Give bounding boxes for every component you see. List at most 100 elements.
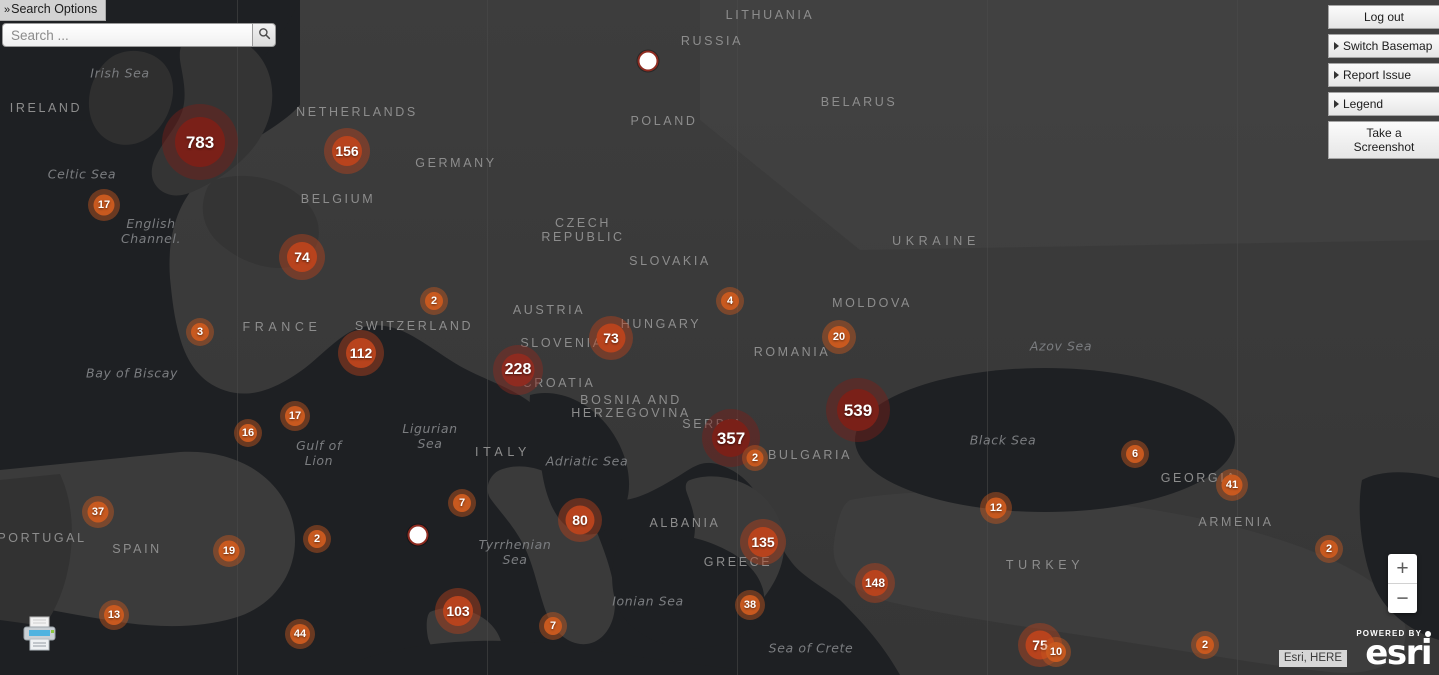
zoom-in-button[interactable]: + <box>1388 554 1417 584</box>
zoom-controls: + − <box>1388 554 1417 613</box>
cluster-marker[interactable]: 10 <box>1041 637 1071 667</box>
cluster-marker[interactable]: 135 <box>740 519 786 565</box>
switch-basemap-label: Switch Basemap <box>1343 39 1433 53</box>
point-marker[interactable] <box>407 524 429 546</box>
graticule-line <box>987 0 988 675</box>
cluster-marker[interactable]: 156 <box>324 128 370 174</box>
cluster-count-label: 2 <box>1201 638 1209 651</box>
search-options-toggle[interactable]: »Search Options <box>0 0 107 21</box>
triangle-right-icon <box>1334 71 1339 79</box>
attribution-text[interactable]: Esri, HERE <box>1278 650 1347 667</box>
cluster-marker[interactable]: 7 <box>448 489 476 517</box>
graticule-line <box>237 0 238 675</box>
cluster-marker[interactable]: 73 <box>589 316 633 360</box>
cluster-count-label: 2 <box>751 451 759 464</box>
triangle-right-icon <box>1334 42 1339 50</box>
cluster-count-label: 2 <box>430 294 438 307</box>
cluster-marker[interactable]: 17 <box>88 189 120 221</box>
cluster-marker[interactable]: 74 <box>279 234 325 280</box>
cluster-marker[interactable]: 38 <box>735 590 765 620</box>
cluster-marker[interactable]: 2 <box>1191 631 1219 659</box>
report-issue-label: Report Issue <box>1343 68 1412 82</box>
cluster-count-label: 80 <box>572 512 588 528</box>
tool-panel: Log out Switch Basemap Report Issue Lege… <box>1328 5 1439 164</box>
cluster-marker[interactable]: 112 <box>338 330 384 376</box>
minus-icon: − <box>1396 587 1409 610</box>
search-panel: »Search Options <box>0 0 276 47</box>
cluster-marker[interactable]: 37 <box>82 496 114 528</box>
search-input[interactable] <box>2 23 252 47</box>
cluster-marker[interactable]: 6 <box>1121 440 1149 468</box>
logout-button[interactable]: Log out <box>1328 5 1439 29</box>
cluster-marker[interactable]: 103 <box>435 588 481 634</box>
logout-label: Log out <box>1363 10 1405 24</box>
cluster-count-label: 7 <box>458 496 466 509</box>
report-issue-button[interactable]: Report Issue <box>1328 63 1439 87</box>
cluster-marker[interactable]: 80 <box>558 498 602 542</box>
cluster-count-label: 73 <box>603 330 619 346</box>
cluster-count-label: 10 <box>1049 645 1063 658</box>
cluster-count-label: 148 <box>864 576 886 590</box>
cluster-count-label: 156 <box>335 143 359 159</box>
cluster-marker[interactable]: 7 <box>539 612 567 640</box>
cluster-marker[interactable]: 3 <box>186 318 214 346</box>
search-row <box>2 23 276 47</box>
take-screenshot-button[interactable]: Take a Screenshot <box>1328 121 1439 159</box>
cluster-count-label: 357 <box>716 428 746 448</box>
cluster-marker[interactable]: 19 <box>213 535 245 567</box>
double-chevron-right-icon: » <box>4 4 11 16</box>
cluster-count-label: 17 <box>97 198 111 211</box>
cluster-marker[interactable]: 12 <box>980 492 1012 524</box>
legend-button[interactable]: Legend <box>1328 92 1439 116</box>
cluster-marker[interactable]: 20 <box>822 320 856 354</box>
cluster-count-label: 4 <box>726 294 734 307</box>
cluster-count-label: 17 <box>288 409 302 422</box>
cluster-count-label: 783 <box>185 132 215 152</box>
cluster-count-label: 41 <box>1225 478 1239 491</box>
triangle-right-icon <box>1334 100 1339 108</box>
cluster-marker[interactable]: 13 <box>99 600 129 630</box>
graticule-line <box>737 0 738 675</box>
cluster-count-label: 74 <box>294 249 310 265</box>
cluster-count-label: 112 <box>349 345 373 361</box>
cluster-marker[interactable]: 228 <box>493 345 543 395</box>
cluster-marker[interactable]: 41 <box>1216 469 1248 501</box>
plus-icon: + <box>1396 557 1409 580</box>
switch-basemap-button[interactable]: Switch Basemap <box>1328 34 1439 58</box>
cluster-marker[interactable]: 4 <box>716 287 744 315</box>
graticule-line <box>487 0 488 675</box>
cluster-marker[interactable]: 17 <box>280 401 310 431</box>
cluster-count-label: 44 <box>293 627 307 640</box>
cluster-marker[interactable]: 2 <box>420 287 448 315</box>
cluster-marker[interactable]: 539 <box>826 378 890 442</box>
cluster-marker[interactable]: 2 <box>303 525 331 553</box>
cluster-count-label: 6 <box>1131 447 1139 460</box>
point-marker[interactable] <box>637 50 659 72</box>
print-button[interactable] <box>20 613 60 658</box>
cluster-marker[interactable]: 2 <box>1315 535 1343 563</box>
cluster-count-label: 38 <box>743 598 757 611</box>
cluster-marker[interactable]: 148 <box>855 563 895 603</box>
map-canvas[interactable]: IRELAND NETHERLANDS BELGIUM GERMANY LITHUANI… <box>0 0 1439 675</box>
cluster-count-label: 12 <box>989 501 1003 514</box>
cluster-count-label: 37 <box>91 505 105 518</box>
cluster-count-label: 103 <box>446 603 470 619</box>
cluster-count-label: 135 <box>751 534 775 550</box>
cluster-marker[interactable]: 783 <box>162 104 238 180</box>
cluster-count-label: 19 <box>222 544 236 557</box>
map-basemap-geometry <box>0 0 1439 675</box>
cluster-count-label: 228 <box>504 361 532 378</box>
cluster-marker[interactable]: 16 <box>234 419 262 447</box>
cluster-count-label: 3 <box>196 325 204 338</box>
search-submit-button[interactable] <box>252 23 276 47</box>
search-icon <box>258 28 270 40</box>
cluster-marker[interactable]: 2 <box>742 445 768 471</box>
printer-icon <box>23 616 56 651</box>
take-screenshot-label: Take a Screenshot <box>1353 126 1415 154</box>
cluster-count-label: 2 <box>1325 542 1333 555</box>
cluster-marker[interactable]: 44 <box>285 619 315 649</box>
graticule-line <box>1237 0 1238 675</box>
cluster-count-label: 16 <box>241 426 255 439</box>
zoom-out-button[interactable]: − <box>1388 584 1417 613</box>
cluster-count-label: 13 <box>107 608 121 621</box>
